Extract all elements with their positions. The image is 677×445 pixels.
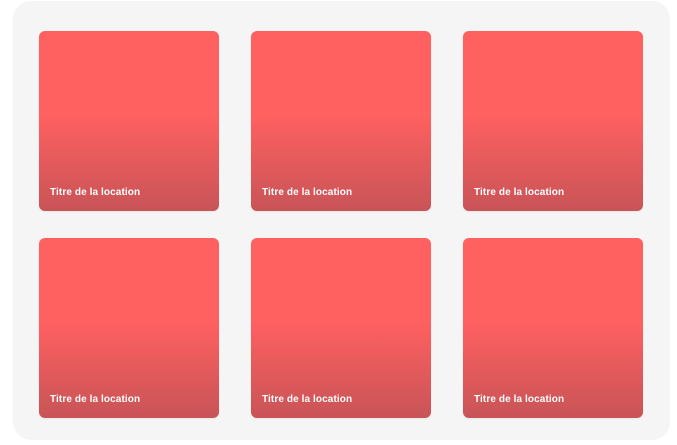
location-card[interactable]: Titre de la location [39,31,219,211]
location-card-title: Titre de la location [50,394,141,405]
location-card-title: Titre de la location [50,187,141,198]
location-card-title: Titre de la location [262,394,353,405]
location-card-title: Titre de la location [474,187,565,198]
location-card[interactable]: Titre de la location [251,31,431,211]
location-card-title: Titre de la location [474,394,565,405]
location-card[interactable]: Titre de la location [463,31,643,211]
location-card-title: Titre de la location [262,187,353,198]
location-card[interactable]: Titre de la location [463,238,643,418]
location-card[interactable]: Titre de la location [251,238,431,418]
location-card[interactable]: Titre de la location [39,238,219,418]
